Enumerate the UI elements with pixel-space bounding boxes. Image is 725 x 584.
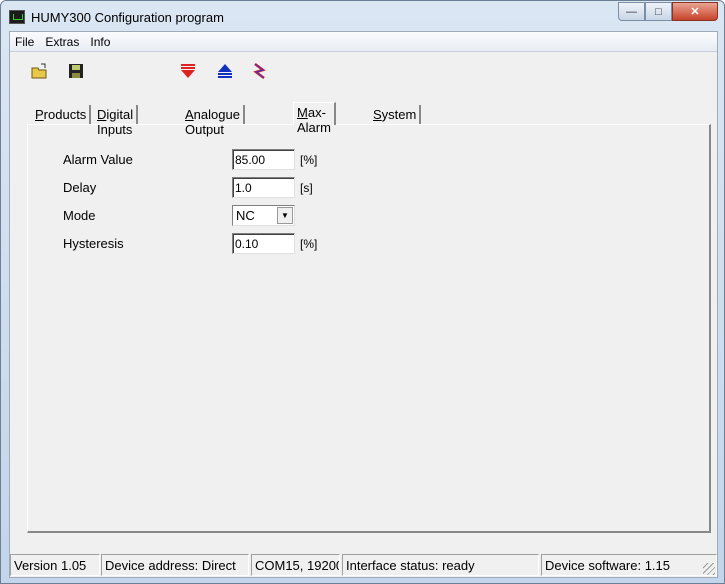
tab-max-alarm[interactable]: Max-Alarm [293, 102, 336, 135]
app-window: HUMY300 Configuration program — □ ✕ File… [0, 0, 725, 584]
status-device-address: Device address: Direct [101, 554, 249, 576]
status-port: COM15, 19200 [251, 554, 340, 576]
save-disk-icon [69, 64, 83, 78]
delay-input[interactable] [232, 177, 295, 198]
menu-extras[interactable]: Extras [40, 32, 85, 51]
status-bar: Version 1.05 Device address: Direct COM1… [10, 552, 717, 577]
status-device-software: Device software: 1.15 [541, 554, 717, 576]
open-button[interactable] [29, 60, 51, 82]
menu-bar: File Extras Info [10, 32, 717, 52]
close-button[interactable]: ✕ [672, 2, 718, 21]
tab-digital-inputs[interactable]: Digital Inputs [94, 105, 139, 137]
delay-label: Delay [63, 180, 97, 195]
transfer-button[interactable] [249, 60, 271, 82]
hysteresis-unit: [%] [300, 237, 318, 251]
mode-value: NC [236, 208, 255, 223]
client-area: File Extras Info Products Digital Inputs… [9, 31, 718, 578]
hysteresis-label: Hysteresis [63, 236, 124, 251]
maximize-button[interactable]: □ [645, 2, 672, 21]
app-icon [9, 10, 25, 24]
tab-analogue-output[interactable]: Analogue Output [182, 105, 245, 137]
minimize-button[interactable]: — [618, 2, 645, 21]
chevron-down-icon[interactable]: ▼ [277, 207, 293, 224]
download-arrow-icon [181, 64, 195, 78]
mode-label: Mode [63, 208, 96, 223]
transfer-icon [253, 63, 266, 79]
download-button[interactable] [177, 60, 199, 82]
save-button[interactable] [65, 60, 87, 82]
open-folder-icon [31, 63, 47, 79]
status-version: Version 1.05 [10, 554, 100, 576]
alarm-value-label: Alarm Value [63, 152, 133, 167]
upload-button[interactable] [214, 60, 236, 82]
title-bar: HUMY300 Configuration program [9, 7, 224, 27]
tab-products[interactable]: Products [32, 105, 92, 125]
delay-unit: [s] [300, 181, 313, 195]
alarm-value-input[interactable] [232, 149, 295, 170]
resize-grip[interactable] [703, 563, 715, 575]
menu-info[interactable]: Info [85, 32, 116, 51]
menu-file[interactable]: File [10, 32, 40, 51]
window-title: HUMY300 Configuration program [31, 9, 224, 25]
tab-system[interactable]: System [370, 105, 422, 125]
mode-select[interactable]: NC ▼ [232, 205, 295, 226]
alarm-value-unit: [%] [300, 153, 318, 167]
status-interface: Interface status: ready [342, 554, 539, 576]
max-alarm-panel: Alarm Value [%] Delay [s] Mode NC ▼ Hyst… [27, 124, 711, 533]
upload-arrow-icon [218, 64, 232, 78]
hysteresis-input[interactable] [232, 233, 295, 254]
